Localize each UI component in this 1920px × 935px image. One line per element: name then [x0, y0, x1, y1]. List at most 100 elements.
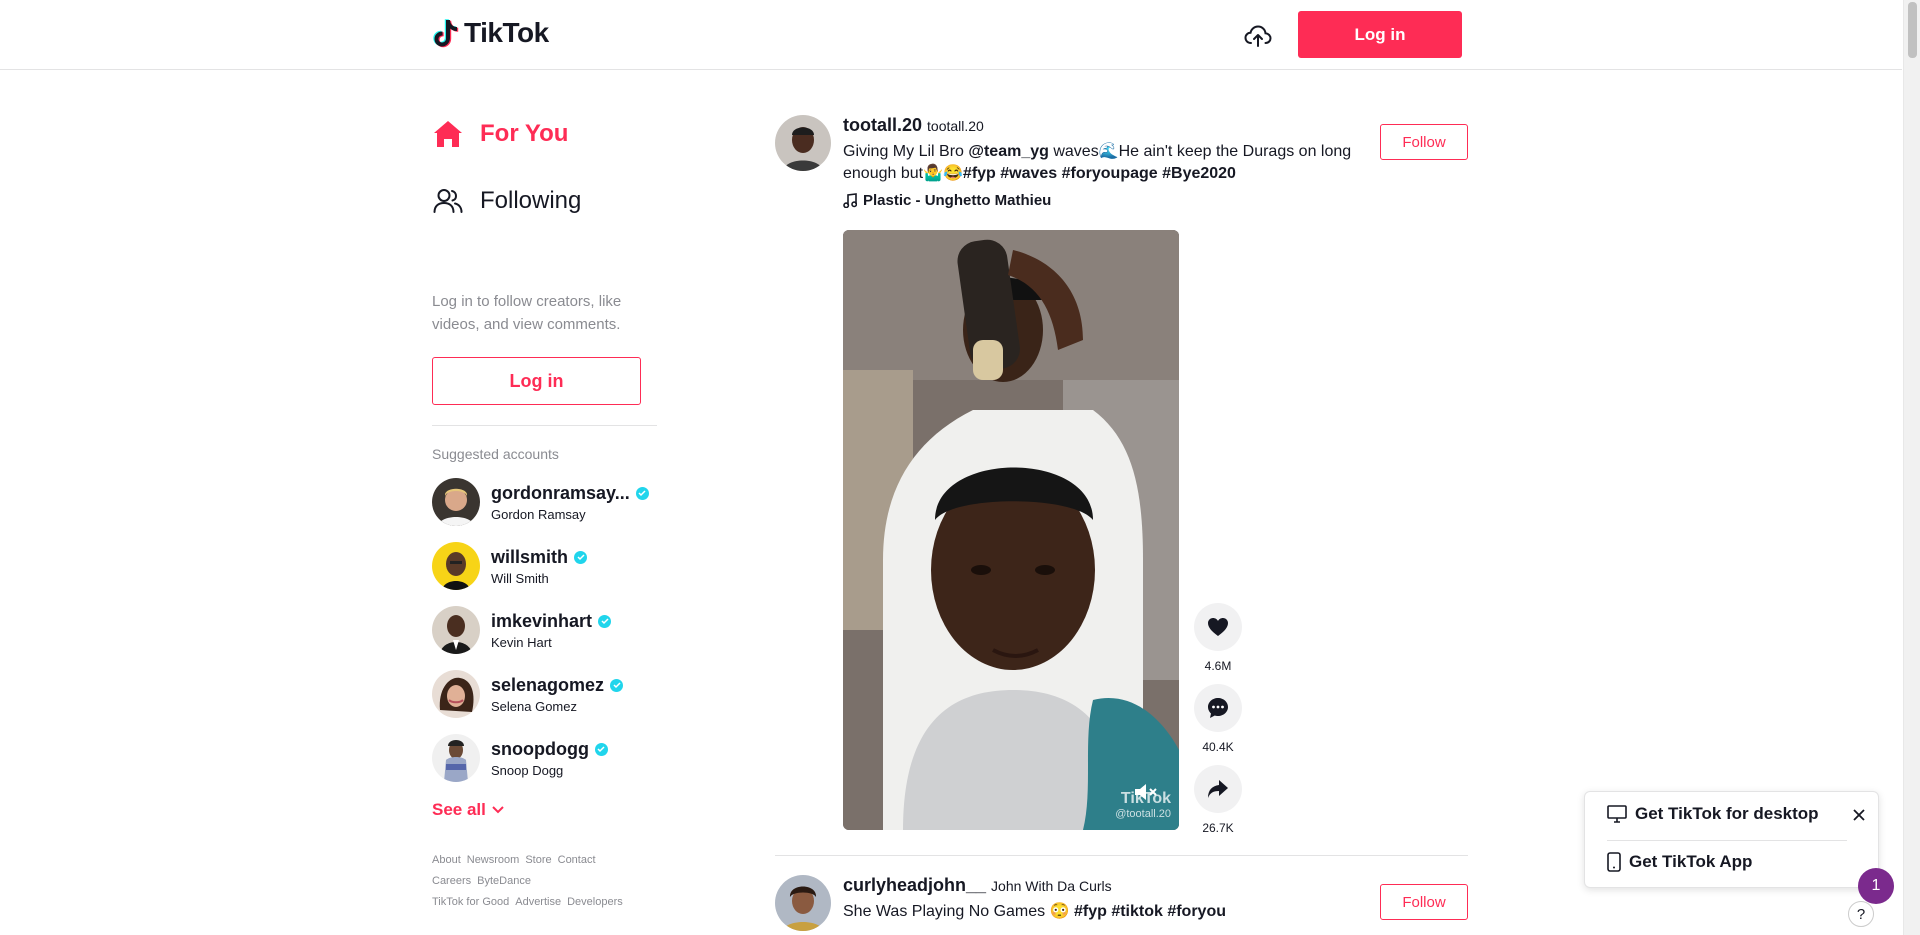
like-count: 4.6M: [1204, 659, 1232, 673]
nav-following-label: Following: [480, 186, 582, 214]
mute-button[interactable]: [1133, 781, 1159, 808]
sidebar-divider: [432, 425, 657, 426]
sidebar-login-button[interactable]: Log in: [432, 357, 641, 405]
see-all-button[interactable]: See all: [432, 800, 657, 820]
get-app-popup: Get TikTok for desktop Get TikTok App: [1584, 791, 1879, 888]
tiktok-logo[interactable]: TikTok: [433, 17, 549, 49]
verified-badge-icon: [635, 486, 649, 500]
sidebar: For You Following Log in to follow creat…: [432, 70, 657, 913]
footer-link-newsroom[interactable]: Newsroom: [467, 854, 520, 866]
tiktok-logo-icon: [433, 19, 459, 48]
verified-badge-icon: [594, 742, 608, 756]
footer-link-careers[interactable]: Careers: [432, 875, 471, 887]
avatar: [432, 542, 480, 590]
account-display-name: Selena Gomez: [491, 698, 577, 714]
post-author-nickname[interactable]: John With Da Curls: [991, 878, 1112, 894]
share-button[interactable]: [1194, 765, 1242, 813]
header-login-button[interactable]: Log in: [1298, 11, 1462, 58]
get-app-label: Get TikTok App: [1629, 852, 1753, 871]
notification-badge[interactable]: 1: [1858, 868, 1894, 904]
suggested-accounts-title: Suggested accounts: [432, 446, 559, 462]
footer-link-tiktok-for-good[interactable]: TikTok for Good: [432, 896, 509, 908]
get-desktop-link[interactable]: Get TikTok for desktop: [1607, 804, 1819, 824]
logo-text: TikTok: [464, 17, 549, 48]
avatar: [432, 478, 480, 526]
monitor-icon: [1607, 805, 1627, 823]
video-player[interactable]: TikTok @tootall.20: [843, 230, 1179, 830]
caption-mention[interactable]: @team_yg: [968, 143, 1049, 160]
post-author-nickname[interactable]: tootall.20: [927, 118, 984, 134]
help-button[interactable]: ?: [1848, 901, 1874, 927]
follow-button[interactable]: Follow: [1380, 124, 1468, 160]
caption-text: Giving My Lil Bro: [843, 143, 969, 160]
top-header: TikTok Log in: [0, 0, 1902, 70]
post-divider: [775, 855, 1468, 856]
account-display-name: Kevin Hart: [491, 634, 552, 650]
suggested-account[interactable]: selenagomez Selena Gomez: [432, 662, 657, 726]
verified-badge-icon: [610, 678, 624, 692]
post-author-id[interactable]: tootall.20: [843, 115, 922, 136]
watermark-handle: @tootall.20: [1115, 808, 1171, 820]
suggested-account[interactable]: imkevinhart Kevin Hart: [432, 598, 657, 662]
post-music[interactable]: Plastic - Unghetto Mathieu: [843, 192, 1363, 209]
like-button[interactable]: [1194, 603, 1242, 651]
caption-text: She Was Playing No Games 😳: [843, 903, 1074, 920]
account-display-name: Snoop Dogg: [491, 762, 564, 778]
comment-icon: [1208, 698, 1228, 718]
speaker-muted-icon: [1135, 784, 1157, 800]
nav-for-you[interactable]: For You: [432, 100, 657, 167]
chevron-down-icon: [492, 806, 504, 814]
get-app-link[interactable]: Get TikTok App: [1607, 852, 1752, 872]
account-username: willsmith: [491, 546, 569, 567]
account-username: selenagomez: [491, 674, 605, 695]
login-tip: Log in to follow creators, like videos, …: [432, 293, 622, 333]
footer-link-contact[interactable]: Contact: [558, 854, 596, 866]
page-scrollbar[interactable]: [1903, 0, 1920, 935]
heart-icon: [1208, 618, 1228, 636]
close-button[interactable]: [1852, 808, 1866, 827]
verified-badge-icon: [598, 614, 612, 628]
scrollbar-thumb[interactable]: [1908, 2, 1917, 58]
suggested-account[interactable]: gordonramsay... Gordon Ramsay: [432, 470, 657, 534]
footer-link-about[interactable]: About: [432, 854, 461, 866]
footer-link-developers[interactable]: Developers: [567, 896, 623, 908]
close-icon: [1853, 809, 1865, 821]
share-arrow-icon: [1208, 780, 1228, 798]
upload-button[interactable]: [1243, 21, 1273, 51]
nav-following[interactable]: Following: [432, 167, 657, 234]
footer-link-advertise[interactable]: Advertise: [515, 896, 561, 908]
caption-hashtags[interactable]: #fyp #waves #foryoupage #Bye2020: [963, 165, 1236, 182]
account-display-name: Will Smith: [491, 570, 549, 586]
music-note-icon: [843, 193, 857, 208]
footer-link-bytedance[interactable]: ByteDance: [477, 875, 531, 887]
verified-badge-icon: [574, 550, 588, 564]
see-all-label: See all: [432, 800, 486, 819]
caption-hashtags[interactable]: #fyp #tiktok #foryou: [1074, 903, 1226, 920]
post-body: curlyheadjohn__ John With Da Curls She W…: [843, 875, 1363, 923]
comment-button[interactable]: [1194, 684, 1242, 732]
suggested-account[interactable]: willsmith Will Smith: [432, 534, 657, 598]
avatar: [432, 606, 480, 654]
avatar[interactable]: [775, 875, 831, 931]
people-icon: [432, 185, 464, 217]
account-username: gordonramsay...: [491, 482, 630, 503]
phone-icon: [1607, 852, 1621, 872]
avatar[interactable]: [775, 115, 831, 171]
account-username: imkevinhart: [491, 610, 593, 631]
music-title: Plastic - Unghetto Mathieu: [863, 192, 1052, 209]
home-icon: [432, 118, 464, 150]
comment-count: 40.4K: [1202, 740, 1234, 754]
footer-link-store[interactable]: Store: [525, 854, 551, 866]
post-author-id[interactable]: curlyheadjohn__: [843, 875, 986, 896]
follow-button[interactable]: Follow: [1380, 884, 1468, 920]
avatar: [432, 670, 480, 718]
suggested-accounts-list: gordonramsay... Gordon Ramsay willsmith …: [432, 470, 657, 790]
suggested-account[interactable]: snoopdogg Snoop Dogg: [432, 726, 657, 790]
post-actions: 4.6M 40.4K 26.7K: [1194, 603, 1244, 846]
sidebar-footer: About Newsroom Store Contact Careers ByteDan…: [432, 850, 657, 913]
account-username: snoopdogg: [491, 738, 589, 759]
post-caption: She Was Playing No Games 😳 #fyp #tiktok …: [843, 901, 1363, 923]
video-frame: [843, 230, 1179, 830]
get-desktop-label: Get TikTok for desktop: [1635, 804, 1819, 823]
popup-divider: [1607, 840, 1847, 841]
